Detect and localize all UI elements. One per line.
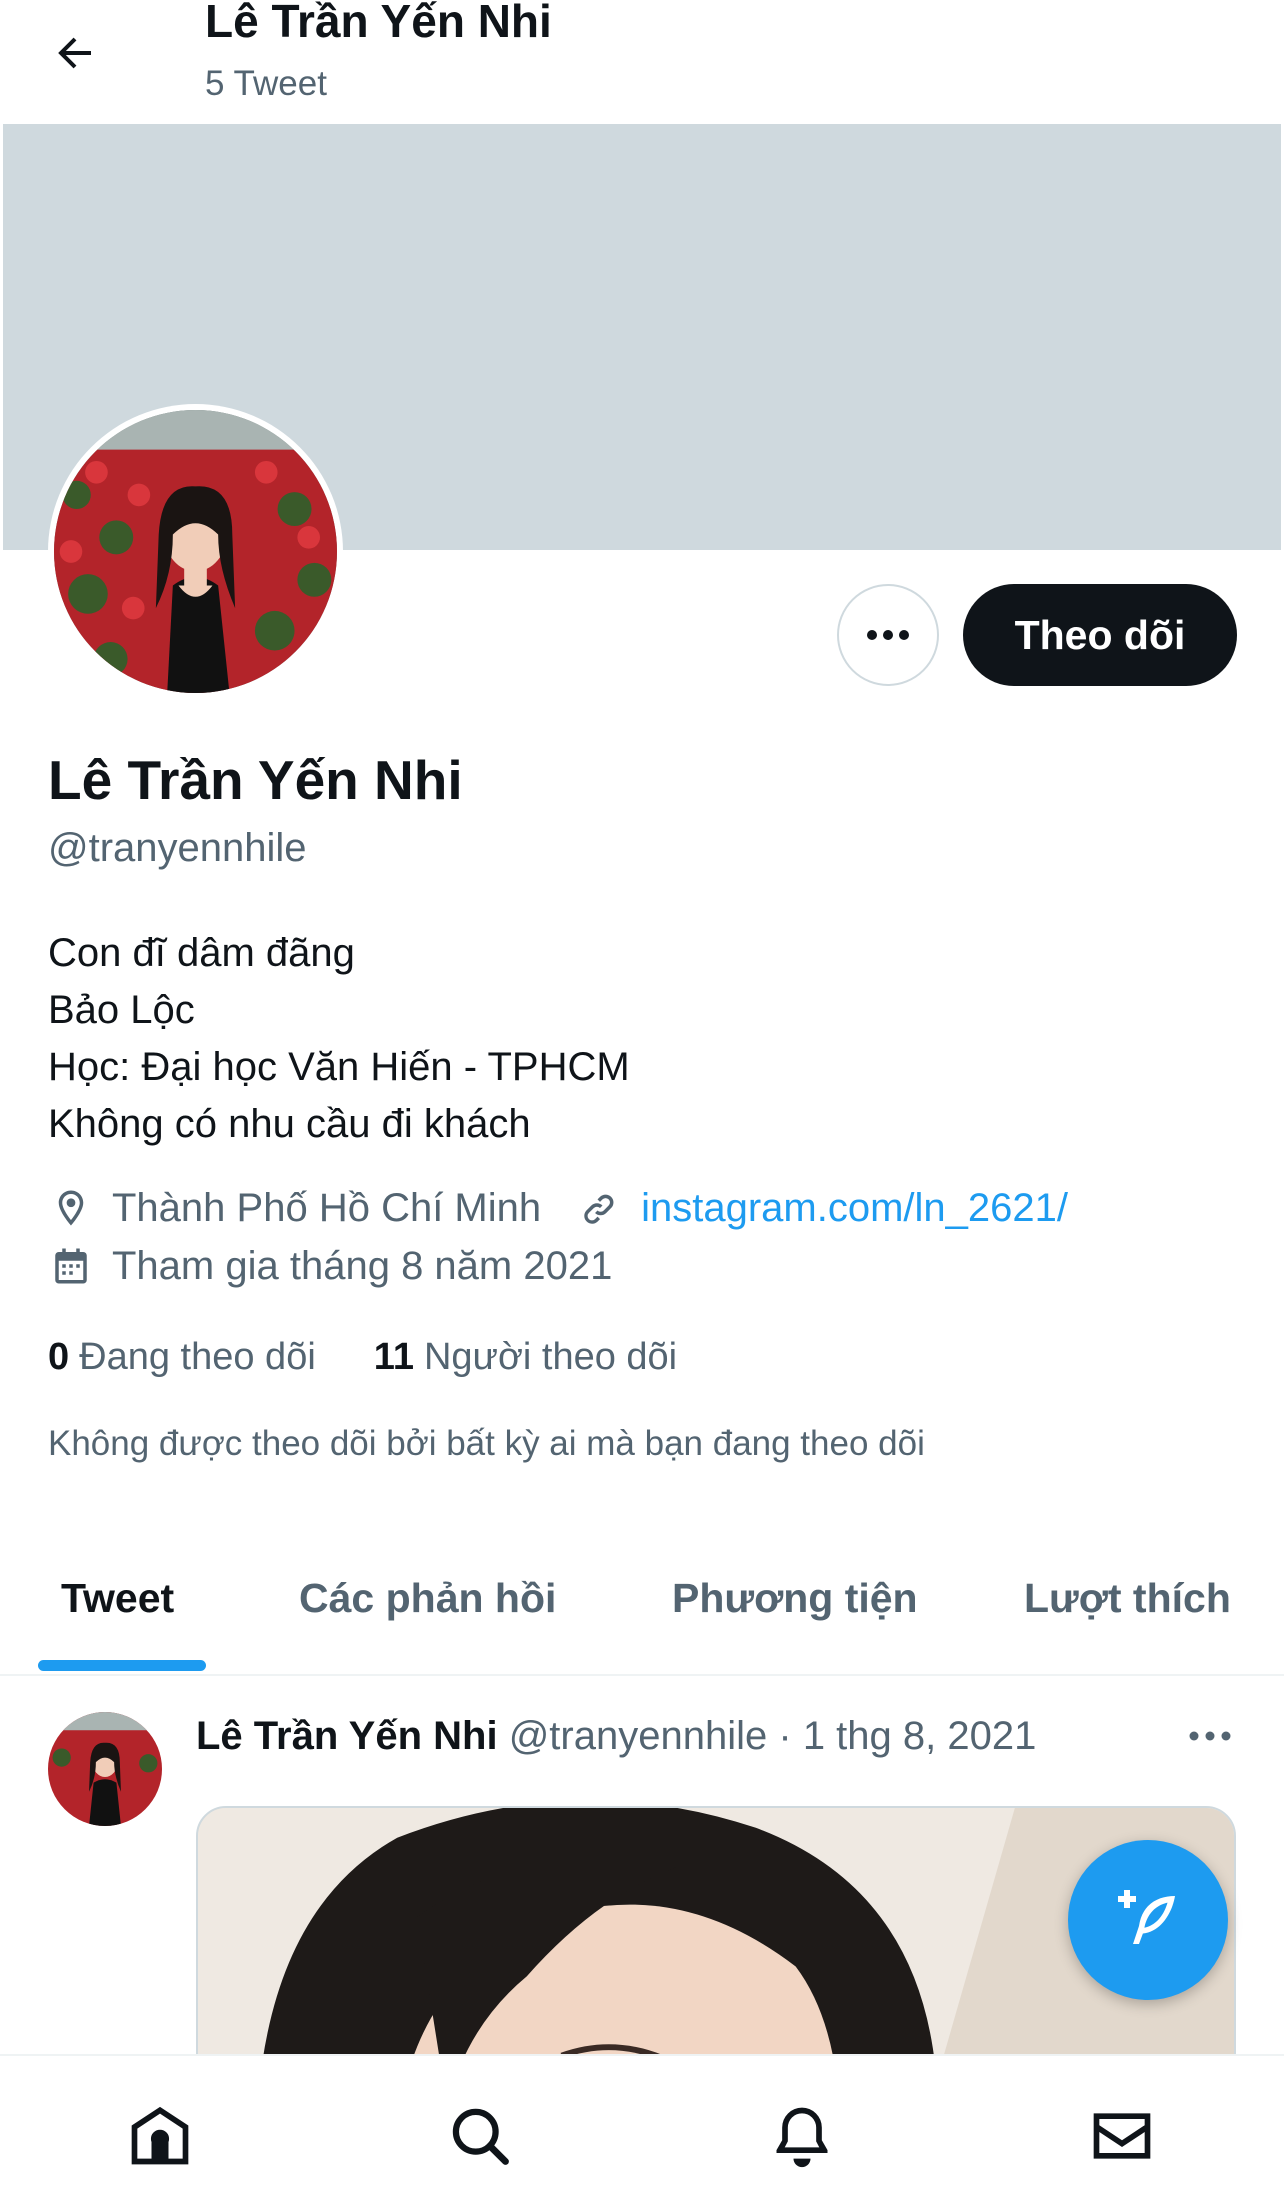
profile-meta-row-2: Tham gia tháng 8 năm 2021 [48, 1243, 612, 1289]
back-button[interactable] [40, 18, 110, 88]
bio-line: Không có nhu cầu đi khách [48, 1102, 531, 1146]
nav-search[interactable] [444, 2100, 516, 2172]
profile-tabs: Tweet Các phản hồi Phương tiện Lượt thíc… [0, 1540, 1284, 1676]
tweet-author-handle[interactable]: @tranyennhile [509, 1714, 768, 1758]
mail-icon [1093, 2113, 1151, 2159]
profile-avatar[interactable] [48, 404, 343, 699]
tab-tweet[interactable]: Tweet [61, 1575, 174, 1622]
avatar-image [54, 410, 337, 693]
bio-line: Bảo Lộc [48, 988, 195, 1032]
profile-join-date: Tham gia tháng 8 năm 2021 [112, 1243, 613, 1288]
more-horizontal-icon [1189, 1731, 1231, 1741]
tweet-author-avatar[interactable] [48, 1712, 162, 1826]
arrow-left-icon [58, 37, 91, 69]
more-horizontal-icon [867, 630, 909, 640]
tweet-header: Lê Trần Yến Nhi @tranyennhile · 1 thg 8,… [196, 1714, 1036, 1759]
header-title: Lê Trần Yến Nhi [205, 0, 552, 47]
nav-home[interactable] [124, 2100, 196, 2172]
bio-line: Con đĩ dâm đãng [48, 931, 355, 975]
home-icon [131, 2106, 189, 2165]
compose-tweet-button[interactable] [1068, 1840, 1228, 2000]
tweet-date[interactable]: 1 thg 8, 2021 [803, 1714, 1037, 1758]
profile-page: Lê Trần Yến Nhi 5 Tweet Theo dõi Lê Trần… [0, 0, 1284, 2190]
profile-website-link[interactable]: instagram.com/ln_2621/ [641, 1186, 1068, 1231]
nav-messages[interactable] [1086, 2100, 1158, 2172]
followers-count: 11 [373, 1336, 414, 1378]
profile-location: Thành Phố Hồ Chí Minh [112, 1185, 542, 1230]
search-icon [452, 2108, 509, 2165]
header-tweet-count: 5 Tweet [205, 64, 327, 103]
following-label: Đang theo dõi [79, 1336, 316, 1378]
follow-button[interactable]: Theo dõi [963, 584, 1237, 686]
tab-replies[interactable]: Các phản hồi [299, 1575, 556, 1622]
top-header: Lê Trần Yến Nhi 5 Tweet [0, 0, 1284, 124]
followers-label: Người theo dõi [423, 1336, 678, 1378]
followers-stat[interactable]: 11 Người theo dõi [374, 1336, 677, 1379]
bottom-navigation [0, 2054, 1284, 2190]
nav-notifications[interactable] [766, 2100, 838, 2172]
profile-more-button[interactable] [837, 584, 939, 686]
compose-tweet-icon [1118, 1890, 1175, 1944]
tweet-author-name[interactable]: Lê Trần Yến Nhi [196, 1714, 498, 1758]
tab-media[interactable]: Phương tiện [672, 1575, 918, 1622]
bio-line: Học: Đại học Văn Hiến - TPHCM [48, 1045, 630, 1089]
followed-by-note: Không được theo dõi bởi bất kỳ ai mà bạn… [48, 1424, 925, 1463]
profile-handle: @tranyennhile [48, 826, 307, 870]
calendar-icon [48, 1243, 94, 1289]
profile-bio: Con đĩ dâm đãng Bảo Lộc Học: Đại học Văn… [48, 925, 630, 1153]
profile-stats: 0 Đang theo dõi 11 Người theo dõi [48, 1336, 735, 1379]
following-stat[interactable]: 0 Đang theo dõi [48, 1336, 316, 1379]
tweet-separator: · [778, 1714, 792, 1758]
profile-meta-row-1: Thành Phố Hồ Chí Minh instagram.com/ln_2… [48, 1185, 1068, 1231]
active-tab-indicator [38, 1660, 206, 1671]
profile-display-name: Lê Trần Yến Nhi [48, 749, 463, 811]
tweet-more-button[interactable] [1180, 1716, 1240, 1756]
tab-likes[interactable]: Lượt thích [1024, 1575, 1231, 1622]
location-pin-icon [48, 1185, 94, 1231]
following-count: 0 [48, 1336, 70, 1378]
link-icon [577, 1185, 623, 1231]
bell-icon [776, 2107, 828, 2168]
